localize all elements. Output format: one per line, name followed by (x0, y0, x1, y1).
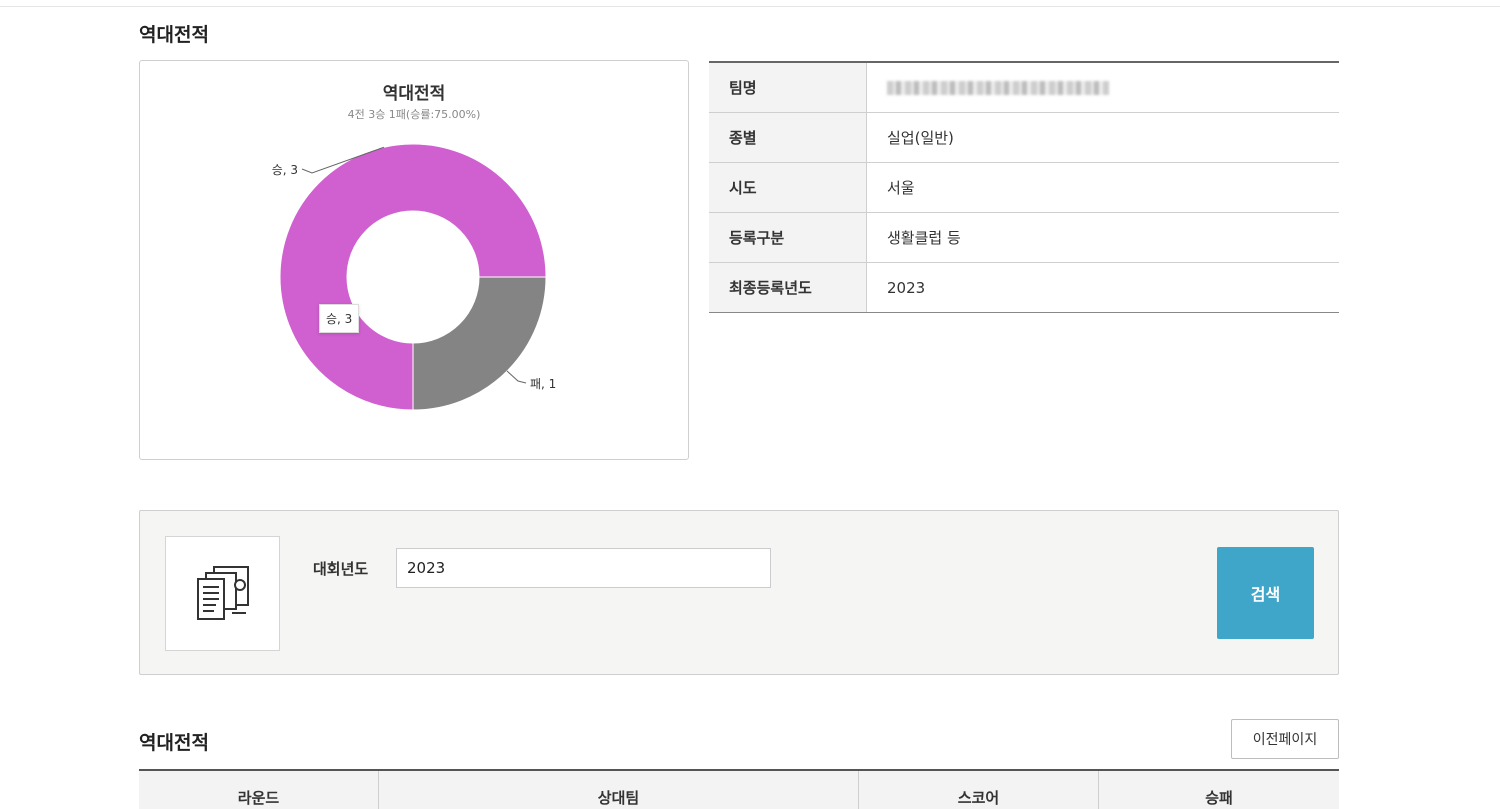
info-label: 팀명 (709, 63, 867, 112)
info-row-category: 종별 실업(일반) (709, 113, 1339, 163)
chart-tooltip: 승, 3 (319, 304, 360, 333)
record-chart-card: 역대전적 4전 3승 1패(승률:75.00%) 패, 1 승, 3 승, 3 (139, 60, 689, 460)
pie-slice-loss[interactable] (412, 276, 547, 411)
data-label-win: 승, 3 (272, 163, 298, 177)
competition-year-label: 대회년도 (313, 560, 369, 578)
data-label-leader-line (506, 370, 527, 384)
document-icon-box (165, 536, 280, 651)
info-value: 실업(일반) (887, 129, 954, 147)
donut-chart: 패, 1 승, 3 (272, 143, 556, 411)
info-row-registration-type: 등록구분 생활클럽 등 (709, 213, 1339, 263)
info-value: 서울 (887, 179, 915, 197)
info-value: 생활클럽 등 (887, 229, 961, 247)
search-panel: 대회년도 검색 (139, 510, 1339, 675)
competition-year-input[interactable] (396, 548, 771, 588)
search-button[interactable]: 검색 (1217, 547, 1314, 639)
info-row-region: 시도 서울 (709, 163, 1339, 213)
info-label: 최종등록년도 (709, 263, 867, 312)
info-label: 등록구분 (709, 213, 867, 262)
redacted-team-name (887, 80, 1109, 95)
section-title: 역대전적 (139, 24, 209, 46)
column-header-score[interactable]: 스코어 (859, 771, 1099, 809)
info-label: 시도 (709, 163, 867, 212)
column-header-result[interactable]: 승패 (1099, 771, 1339, 809)
info-row-last-registration-year: 최종등록년도 2023 (709, 263, 1339, 313)
team-info-table: 팀명 종별 실업(일반) 시도 서울 등록구분 생활클럽 등 최종등록년도 20… (709, 61, 1339, 313)
previous-page-button[interactable]: 이전페이지 (1231, 719, 1339, 759)
info-label: 종별 (709, 113, 867, 162)
results-title: 역대전적 (139, 732, 209, 754)
info-value-team-name (867, 63, 1339, 112)
top-divider (0, 6, 1500, 7)
results-table-header: 라운드 상대팀 스코어 승패 (139, 769, 1339, 809)
column-header-opponent[interactable]: 상대팀 (379, 771, 859, 809)
column-header-round[interactable]: 라운드 (139, 771, 379, 809)
document-search-icon (196, 565, 249, 620)
data-label-loss: 패, 1 (530, 377, 556, 391)
info-row-team-name: 팀명 (709, 63, 1339, 113)
info-value: 2023 (887, 278, 926, 297)
